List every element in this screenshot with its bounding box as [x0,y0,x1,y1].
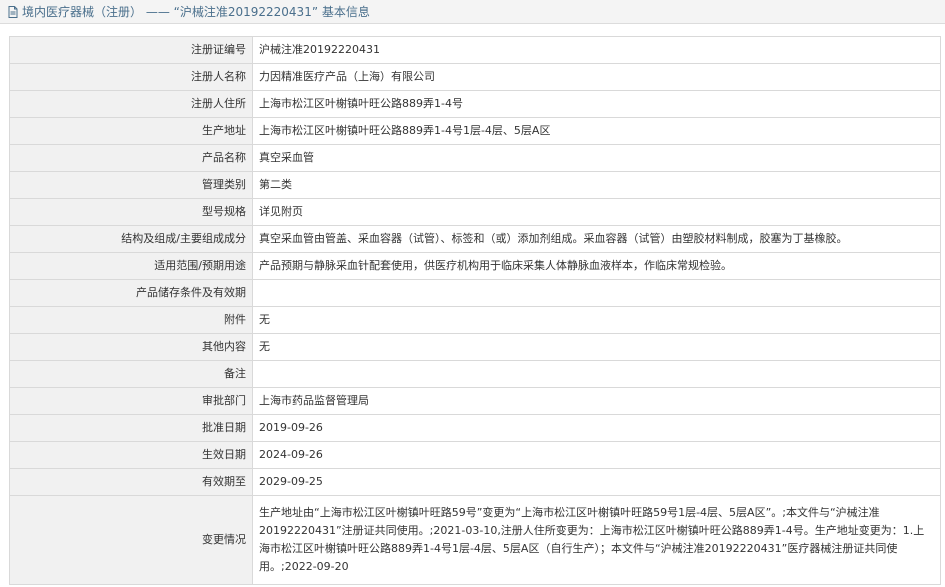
field-label: 审批部门 [9,387,253,415]
field-label: 注册人名称 [9,63,253,91]
field-value: 详见附页 [252,198,941,226]
field-label: 产品名称 [9,144,253,172]
table-row: 备注 [9,360,941,388]
table-row: 产品名称 真空采血管 [9,144,941,172]
field-value: 无 [252,306,941,334]
field-label: 生产地址 [9,117,253,145]
field-value: 第二类 [252,171,941,199]
field-value: 上海市松江区叶榭镇叶旺公路889弄1-4号1层-4层、5层A区 [252,117,941,145]
field-label: 附件 [9,306,253,334]
table-row: 注册人住所 上海市松江区叶榭镇叶旺公路889弄1-4号 [9,90,941,118]
table-row: 产品储存条件及有效期 [9,279,941,307]
field-label: 注册证编号 [9,36,253,64]
field-label: 型号规格 [9,198,253,226]
field-value: 生产地址由“上海市松江区叶榭镇叶旺路59号”变更为“上海市松江区叶榭镇叶旺路59… [252,495,941,585]
field-value: 上海市松江区叶榭镇叶旺公路889弄1-4号 [252,90,941,118]
table-row: 注册人名称 力因精准医疗产品（上海）有限公司 [9,63,941,91]
field-value: 真空采血管 [252,144,941,172]
table-row: 型号规格 详见附页 [9,198,941,226]
field-value: 力因精准医疗产品（上海）有限公司 [252,63,941,91]
table-row: 批准日期 2019-09-26 [9,414,941,442]
table-row: 其他内容无 [9,333,941,361]
field-label: 生效日期 [9,441,253,469]
field-label: 备注 [9,360,253,388]
field-label: 产品储存条件及有效期 [9,279,253,307]
field-value: 2029-09-25 [252,468,941,496]
table-row: 附件无 [9,306,941,334]
field-label: 结构及组成/主要组成成分 [9,225,253,253]
field-label: 批准日期 [9,414,253,442]
table-row: 注册证编号 沪械注准20192220431 [9,36,941,64]
field-label: 有效期至 [9,468,253,496]
table-row: 变更情况 生产地址由“上海市松江区叶榭镇叶旺路59号”变更为“上海市松江区叶榭镇叶… [9,495,941,585]
field-value [252,360,941,388]
field-value: 沪械注准20192220431 [252,36,941,64]
field-label: 其他内容 [9,333,253,361]
field-value: 真空采血管由管盖、采血容器（试管）、标签和（或）添加剂组成。采血容器（试管）由塑… [252,225,941,253]
field-value: 2024-09-26 [252,441,941,469]
field-value: 2019-09-26 [252,414,941,442]
document-icon [6,5,20,19]
table-row: 审批部门 上海市药品监督管理局 [9,387,941,415]
info-table-container: 注册证编号 沪械注准20192220431 注册人名称 力因精准医疗产品（上海）有限公… [9,36,941,585]
table-row: 管理类别 第二类 [9,171,941,199]
table-row: 生产地址 上海市松江区叶榭镇叶旺公路889弄1-4号1层-4层、5层A区 [9,117,941,145]
table-row: 结构及组成/主要组成成分 真空采血管由管盖、采血容器（试管）、标签和（或）添加剂组… [9,225,941,253]
field-value: 上海市药品监督管理局 [252,387,941,415]
field-label: 注册人住所 [9,90,253,118]
info-table: 注册证编号 沪械注准20192220431 注册人名称 力因精准医疗产品（上海）有限公… [9,36,941,585]
field-label: 变更情况 [9,495,253,585]
page-header: 境内医疗器械（注册） —— “沪械注准20192220431” 基本信息 [0,0,945,24]
field-label: 管理类别 [9,171,253,199]
field-value [252,279,941,307]
field-label: 适用范围/预期用途 [9,252,253,280]
field-value: 无 [252,333,941,361]
table-row: 适用范围/预期用途 产品预期与静脉采血针配套使用，供医疗机构用于临床采集人体静脉血… [9,252,941,280]
page-title: 境内医疗器械（注册） —— “沪械注准20192220431” 基本信息 [22,5,370,19]
table-row: 有效期至 2029-09-25 [9,468,941,496]
field-value: 产品预期与静脉采血针配套使用，供医疗机构用于临床采集人体静脉血液样本，作临床常规… [252,252,941,280]
table-row: 生效日期 2024-09-26 [9,441,941,469]
